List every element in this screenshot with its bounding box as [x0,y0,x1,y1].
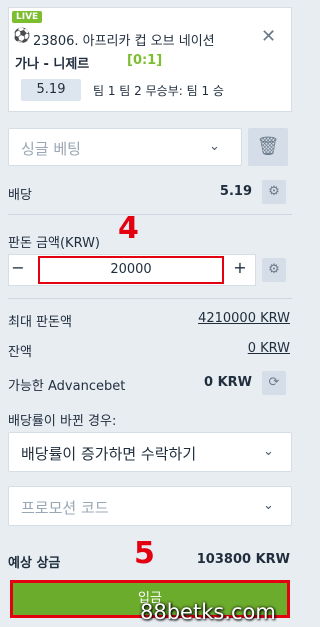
odds-change-value: 배당률이 증가하면 수락하기 [21,445,197,463]
bet-card: LIVE ⚽ 23806. 아프리카 컵 오브 네이션 ✕ 가나 - 니제르 [… [8,7,292,112]
divider [8,214,292,215]
chevron-down-icon: ⌄ [263,498,274,513]
stake-decrease-button[interactable]: − [8,258,28,277]
advancebet-value: 0 KRW [204,375,252,390]
stake-label: 판돈 금액(KRW) [8,236,101,251]
payout-label: 예상 상금 [8,556,61,571]
stake-input[interactable]: 20000 [38,256,224,284]
score: [0:1] [127,53,163,68]
promo-code-field[interactable]: 프로모션 코드 ⌄ [8,486,292,526]
trash-button[interactable]: 🗑 [248,128,288,166]
odds-change-select[interactable]: 배당률이 증가하면 수락하기 ⌄ [8,432,292,472]
gear-icon: ⚙ [268,184,280,199]
stake-settings-button[interactable]: ⚙ [262,258,286,282]
match-title: 23806. 아프리카 컵 오브 네이션 [33,34,215,49]
bet-type-select[interactable]: 싱글 베팅 ⌄ [8,128,242,166]
promo-code-placeholder: 프로모션 코드 [21,499,109,517]
payout-value: 103800 KRW [196,552,290,567]
odds-value: 5.19 [219,184,252,199]
odds-label: 배당 [8,188,32,203]
odds-settings-button[interactable]: ⚙ [262,180,286,204]
watermark: 88betks.com [140,600,276,624]
chevron-down-icon: ⌄ [209,139,220,154]
max-stake-link[interactable]: 4210000 KRW [170,311,290,326]
step-4-annotation: 4 [118,211,139,246]
odds-pill: 5.19 [21,79,81,101]
teams: 가나 - 니제르 [15,57,90,72]
divider [8,298,292,299]
step-5-annotation: 5 [134,536,155,571]
advancebet-label: 가능한 Advancebet [8,379,126,394]
bet-type-value: 싱글 베팅 [21,140,81,158]
close-icon[interactable]: ✕ [261,26,276,47]
market-text: 팀 1 팀 2 무승부: 팀 1 승 [93,84,224,98]
refresh-button[interactable]: ⟳ [262,371,286,395]
trash-icon: 🗑 [256,136,280,157]
gear-icon: ⚙ [268,262,280,277]
live-badge: LIVE [12,11,43,23]
balance-link[interactable]: 0 KRW [200,341,290,356]
stake-increase-button[interactable]: + [230,258,250,277]
odds-change-label: 배당률이 바뀐 경우: [8,414,117,429]
soccer-ball-icon: ⚽ [13,28,31,44]
max-stake-label: 최대 판돈액 [8,315,72,330]
chevron-down-icon: ⌄ [263,444,274,459]
refresh-icon: ⟳ [268,375,280,390]
balance-label: 잔액 [8,345,32,360]
